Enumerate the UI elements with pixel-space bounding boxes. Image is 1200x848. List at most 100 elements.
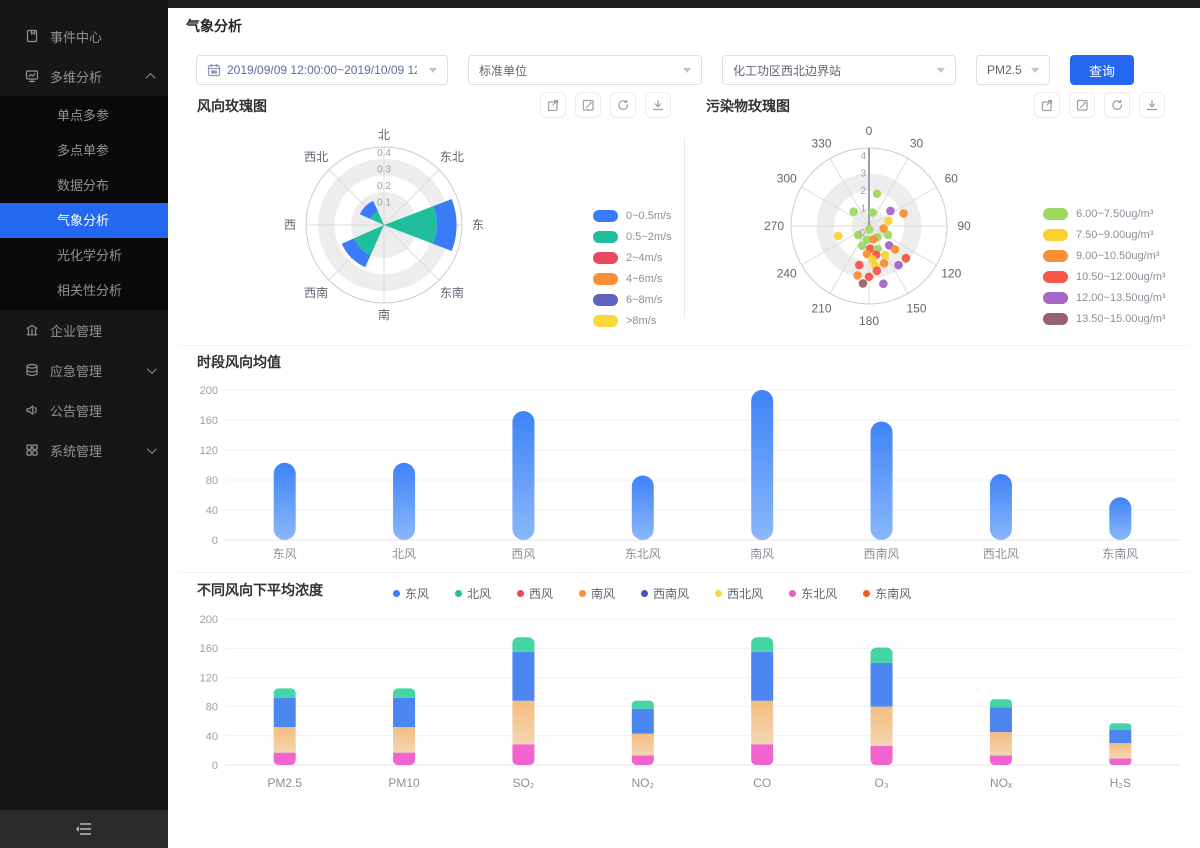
svg-text:240: 240 — [777, 267, 797, 281]
legend-item[interactable]: >8m/s — [593, 315, 672, 327]
refresh-icon — [1110, 98, 1124, 112]
station-select[interactable]: 化工功区西北边界站 — [722, 55, 956, 85]
page-title: 气象分析 — [186, 16, 242, 36]
sidebar-subitem-相关性分析[interactable]: 相关性分析 — [0, 273, 168, 308]
legend-item[interactable]: 13.50~15.00ug/m³ — [1043, 313, 1166, 325]
sidebar-item-label: 系统管理 — [50, 441, 137, 460]
svg-text:PM2.5: PM2.5 — [267, 776, 302, 790]
sidebar-item-2[interactable]: 企业管理 — [0, 310, 168, 350]
wind-mean-bar-chart: 04080120160200东风北风西风东北风南风西南风西北风东南风 — [168, 374, 1200, 570]
download-button[interactable] — [1139, 92, 1165, 118]
legend-dot — [641, 590, 648, 597]
pollutant-select[interactable]: PM2.5 — [976, 55, 1050, 85]
legend-label: 西风 — [529, 585, 553, 602]
legend-label: 13.50~15.00ug/m³ — [1076, 313, 1166, 325]
legend-item[interactable]: 东南风 — [863, 585, 911, 602]
sidebar-item-0[interactable]: 事件中心 — [0, 16, 168, 56]
sidebar-item-5[interactable]: 系统管理 — [0, 430, 168, 470]
svg-text:3: 3 — [860, 169, 866, 180]
enterprise-icon — [24, 322, 40, 338]
pollution-rose-toolbar — [1034, 92, 1165, 118]
open-button[interactable] — [1034, 92, 1060, 118]
sidebar-subitem-数据分布[interactable]: 数据分布 — [0, 168, 168, 203]
sidebar-item-4[interactable]: 公告管理 — [0, 390, 168, 430]
sidebar-subitem-气象分析[interactable]: 气象分析 — [0, 203, 168, 238]
legend-item[interactable]: 西北风 — [715, 585, 763, 602]
svg-text:0.3: 0.3 — [377, 165, 391, 176]
sidebar-item-label: 企业管理 — [50, 321, 154, 340]
sidebar-item-3[interactable]: 应急管理 — [0, 350, 168, 390]
legend-item[interactable]: 6~8m/s — [593, 294, 672, 306]
legend-item[interactable]: 2~4m/s — [593, 252, 672, 264]
wind-rose-legend: 0~0.5m/s 0.5~2m/s 2~4m/s 4~6m/s 6~8m/s >8m/s — [593, 210, 672, 336]
calendar-icon — [207, 63, 221, 77]
svg-text:西南: 西南 — [304, 285, 328, 300]
svg-text:330: 330 — [811, 137, 831, 151]
legend-label: 0~0.5m/s — [626, 210, 672, 222]
avg-concentration-stacked-chart: 04080120160200PM2.5PM10SO₂NO₂COO₃NOₓH₂S — [168, 602, 1200, 810]
sidebar-subitem-单点多参[interactable]: 单点多参 — [0, 98, 168, 133]
legend-item[interactable]: 0~0.5m/s — [593, 210, 672, 222]
legend-swatch — [593, 252, 618, 264]
legend-label: 东南风 — [875, 585, 911, 602]
sidebar-subitem-多点单参[interactable]: 多点单参 — [0, 133, 168, 168]
chevron-up-icon — [146, 72, 156, 82]
sidebar-item-label: 公告管理 — [50, 401, 154, 420]
legend-item[interactable]: 10.50~12.00ug/m³ — [1043, 271, 1166, 283]
svg-text:东北风: 东北风 — [625, 547, 661, 561]
announcement-icon — [24, 402, 40, 418]
svg-text:南: 南 — [378, 307, 390, 322]
pollutant-select-value: PM2.5 — [987, 63, 1025, 77]
svg-text:西北: 西北 — [304, 150, 328, 164]
svg-text:0: 0 — [859, 228, 865, 239]
legend-item[interactable]: 东风 — [393, 585, 429, 602]
legend-swatch — [593, 315, 618, 327]
filter-bar: 2019/09/09 12:00:00~2019/10/09 12:00:00 … — [196, 55, 1134, 85]
refresh-icon — [616, 98, 630, 112]
download-button[interactable] — [645, 92, 671, 118]
refresh-button[interactable] — [1104, 92, 1130, 118]
legend-item[interactable]: 6.00~7.50ug/m³ — [1043, 208, 1166, 220]
main-content: 气象分析 2019/09/09 12:00:00~2019/10/09 12:0… — [168, 0, 1200, 848]
legend-item[interactable]: 4~6m/s — [593, 273, 672, 285]
legend-item[interactable]: 0.5~2m/s — [593, 231, 672, 243]
section-divider — [180, 345, 1188, 346]
legend-item[interactable]: 东北风 — [789, 585, 837, 602]
svg-text:东风: 东风 — [273, 547, 297, 561]
svg-text:80: 80 — [206, 475, 218, 487]
open-button[interactable] — [540, 92, 566, 118]
download-icon — [1145, 98, 1159, 112]
legend-item[interactable]: 西南风 — [641, 585, 689, 602]
edit-button[interactable] — [575, 92, 601, 118]
sidebar-collapse-button[interactable] — [0, 810, 168, 848]
legend-item[interactable]: 7.50~9.00ug/m³ — [1043, 229, 1166, 241]
edit-button[interactable] — [1069, 92, 1095, 118]
legend-item[interactable]: 南风 — [579, 585, 615, 602]
sidebar-subitem-光化学分析[interactable]: 光化学分析 — [0, 238, 168, 273]
wind-rose-toolbar — [540, 92, 671, 118]
open-icon — [546, 98, 560, 112]
svg-text:90: 90 — [957, 219, 971, 233]
legend-label: 2~4m/s — [626, 252, 662, 264]
legend-swatch — [593, 294, 618, 306]
date-range-picker[interactable]: 2019/09/09 12:00:00~2019/10/09 12:00:00 — [196, 55, 448, 85]
sidebar-item-1[interactable]: 多维分析 — [0, 56, 168, 96]
rose-charts-section: 风向玫瑰图 污染物玫瑰图 0.10.20.30.4北东北东东南南西南西西北 0~… — [168, 88, 1200, 345]
legend-dot — [789, 590, 796, 597]
sidebar-submenu: 单点多参多点单参数据分布气象分析光化学分析相关性分析 — [0, 96, 168, 310]
refresh-button[interactable] — [610, 92, 636, 118]
legend-item[interactable]: 9.00~10.50ug/m³ — [1043, 250, 1166, 262]
svg-text:西南风: 西南风 — [864, 546, 900, 561]
svg-text:PM10: PM10 — [388, 776, 420, 790]
chevron-down-icon — [147, 444, 157, 454]
query-button[interactable]: 查询 — [1070, 55, 1134, 85]
legend-item[interactable]: 12.00~13.50ug/m³ — [1043, 292, 1166, 304]
legend-item[interactable]: 西风 — [517, 585, 553, 602]
unit-select[interactable]: 标准单位 — [468, 55, 702, 85]
svg-text:NO₂: NO₂ — [631, 776, 654, 790]
legend-swatch — [593, 231, 618, 243]
emergency-icon — [24, 362, 40, 378]
legend-item[interactable]: 北风 — [455, 585, 491, 602]
pollution-rose-title: 污染物玫瑰图 — [706, 96, 790, 116]
legend-label: 10.50~12.00ug/m³ — [1076, 271, 1166, 283]
